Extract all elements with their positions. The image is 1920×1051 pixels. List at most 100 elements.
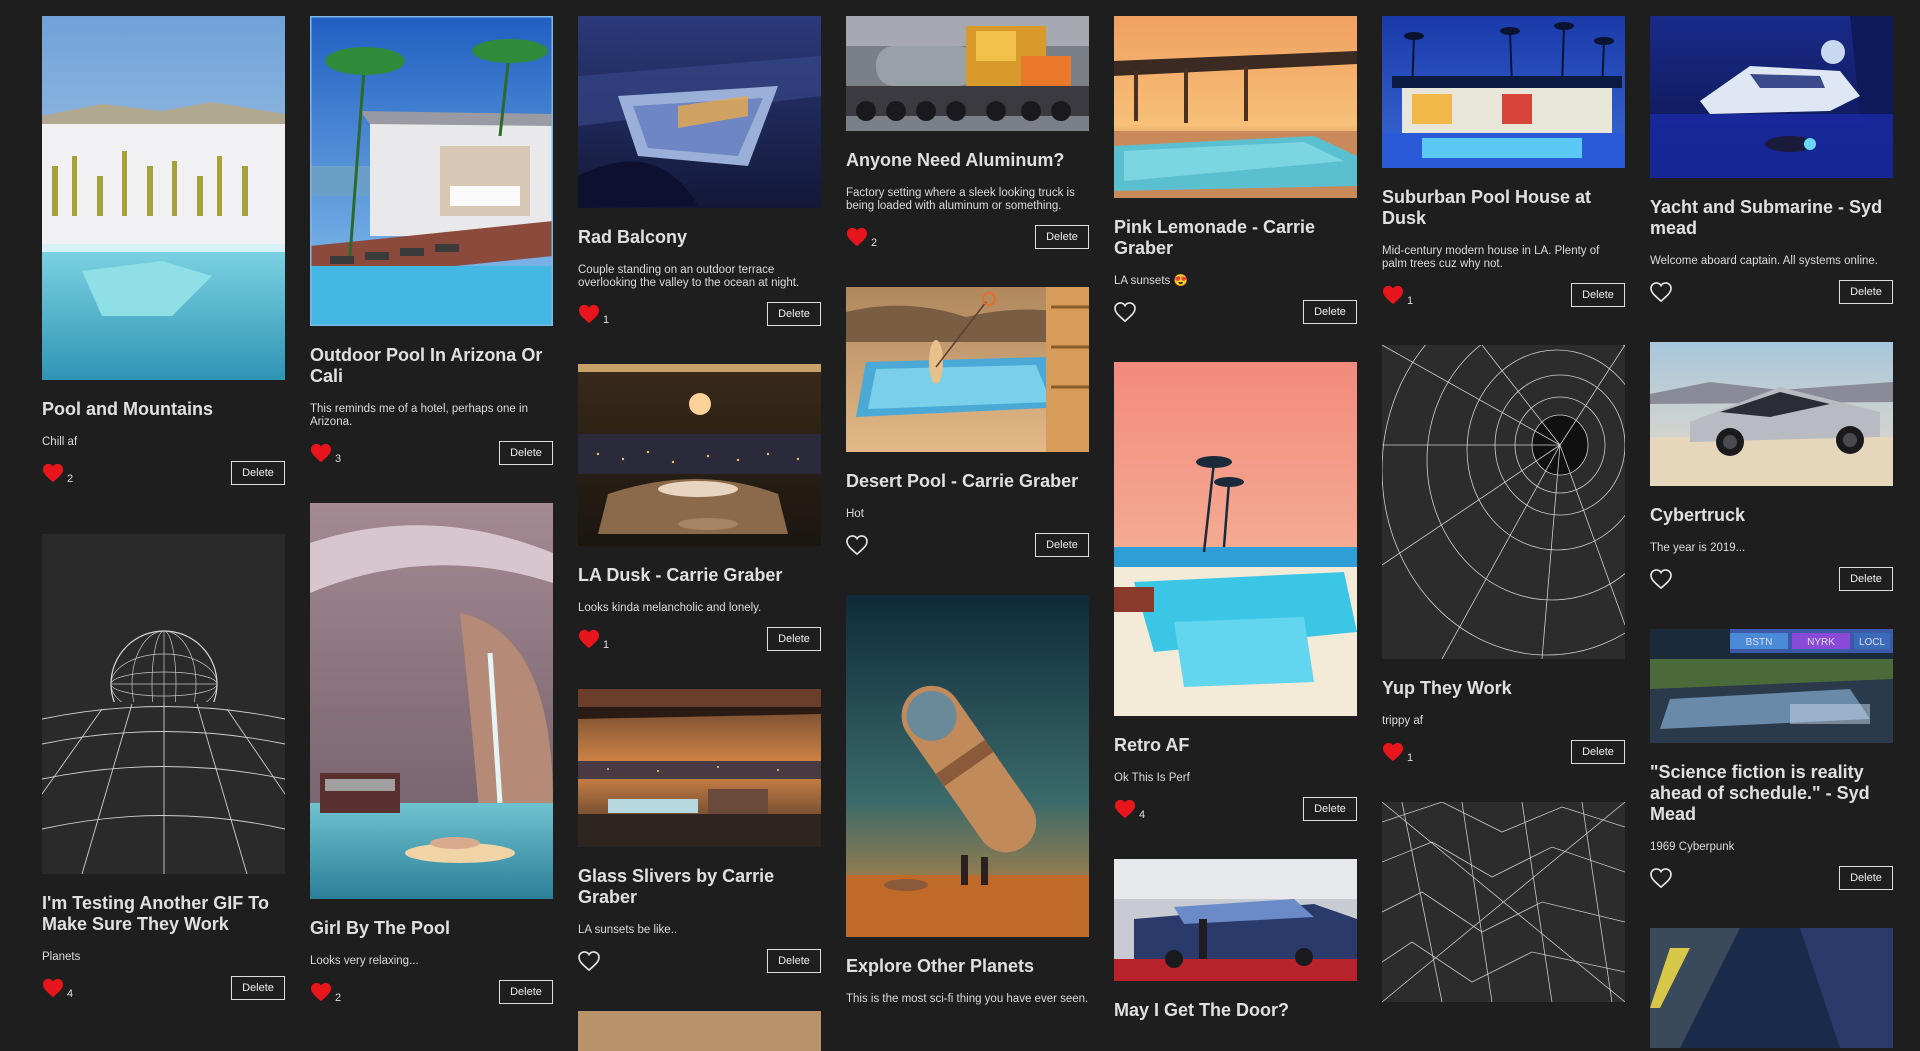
like-toggle[interactable]: 3 <box>310 443 341 465</box>
card-description: Ok This Is Perf <box>1114 772 1190 784</box>
delete-button[interactable]: Delete <box>1839 567 1893 591</box>
delete-button[interactable]: Delete <box>1571 283 1625 307</box>
heart-filled-icon[interactable] <box>310 443 332 463</box>
image-card <box>1650 928 1893 1048</box>
like-count: 4 <box>1139 809 1146 821</box>
heart-filled-icon[interactable] <box>1382 285 1404 305</box>
card-title: Suburban Pool House at Dusk <box>1382 187 1592 228</box>
card-image[interactable] <box>1114 859 1357 981</box>
card-title: Cybertruck <box>1650 505 1746 525</box>
image-card: Yacht and Submarine - Syd mead Welcome a… <box>1650 16 1893 306</box>
delete-button[interactable]: Delete <box>1839 280 1893 304</box>
delete-button[interactable]: Delete <box>1303 300 1357 324</box>
card-actions: 1 Delete <box>578 625 821 653</box>
like-toggle[interactable] <box>846 535 871 555</box>
image-card: Girl By The Pool Looks very relaxing... … <box>310 503 553 1006</box>
delete-button[interactable]: Delete <box>499 980 553 1004</box>
card-image[interactable] <box>310 16 553 326</box>
card-title: May I Get The Door? <box>1114 1000 1290 1020</box>
heart-filled-icon[interactable] <box>1114 799 1136 819</box>
like-toggle[interactable] <box>578 951 603 971</box>
card-actions: Delete <box>1650 864 1893 892</box>
card-actions: 1 Delete <box>578 300 821 328</box>
like-toggle[interactable]: 1 <box>578 629 610 651</box>
grid-column: Yacht and Submarine - Syd mead Welcome a… <box>1650 16 1893 1048</box>
like-toggle[interactable] <box>1650 868 1675 888</box>
like-toggle[interactable]: 1 <box>1382 285 1413 307</box>
image-card: I'm Testing Another GIF To Make Sure The… <box>42 534 285 1002</box>
like-toggle[interactable]: 2 <box>310 982 341 1004</box>
delete-button[interactable]: Delete <box>767 949 821 973</box>
heart-filled-icon[interactable] <box>310 982 332 1002</box>
card-title: Desert Pool - Carrie Graber <box>846 471 1079 491</box>
card-image[interactable] <box>846 595 1089 937</box>
like-count: 1 <box>603 314 610 326</box>
like-toggle[interactable]: 2 <box>846 227 877 249</box>
sign-text: LOCL <box>1859 637 1886 648</box>
delete-button[interactable]: Delete <box>767 627 821 651</box>
card-image[interactable] <box>1382 802 1625 1002</box>
delete-button[interactable]: Delete <box>499 441 553 465</box>
delete-button[interactable]: Delete <box>1035 225 1089 249</box>
card-description: Planets <box>42 951 81 963</box>
card-image[interactable] <box>846 287 1089 452</box>
card-image[interactable] <box>310 503 553 899</box>
heart-outline-icon[interactable] <box>846 535 868 555</box>
card-actions: 1 Delete <box>1382 281 1625 309</box>
heart-filled-icon[interactable] <box>42 463 64 483</box>
like-count: 1 <box>603 639 610 651</box>
heart-filled-icon[interactable] <box>1382 742 1404 762</box>
card-image[interactable] <box>1650 342 1893 486</box>
delete-button[interactable]: Delete <box>231 976 285 1000</box>
card-actions: Delete <box>1650 278 1893 306</box>
card-actions: 2 Delete <box>42 459 285 487</box>
card-image[interactable] <box>1650 928 1893 1048</box>
image-card <box>1382 802 1625 1002</box>
delete-button[interactable]: Delete <box>1839 866 1893 890</box>
card-image[interactable] <box>846 16 1089 131</box>
card-image[interactable] <box>1114 16 1357 198</box>
image-card: Anyone Need Aluminum? Factory setting wh… <box>846 16 1089 251</box>
like-toggle[interactable]: 4 <box>1114 799 1146 821</box>
delete-button[interactable]: Delete <box>231 461 285 485</box>
card-image[interactable] <box>578 16 821 208</box>
like-toggle[interactable] <box>1114 302 1139 322</box>
like-toggle[interactable] <box>1650 282 1675 302</box>
heart-outline-icon[interactable] <box>578 951 600 971</box>
delete-button[interactable]: Delete <box>767 302 821 326</box>
heart-filled-icon[interactable] <box>42 978 64 998</box>
card-image[interactable] <box>1114 362 1357 716</box>
heart-outline-icon[interactable] <box>1114 302 1136 322</box>
like-count: 1 <box>1407 752 1414 764</box>
card-description: Chill af <box>42 436 78 448</box>
sign-text: NYRK <box>1807 637 1835 648</box>
like-toggle[interactable]: 1 <box>578 304 610 326</box>
heart-filled-icon[interactable] <box>578 304 600 324</box>
card-actions: 2 Delete <box>846 223 1089 251</box>
heart-outline-icon[interactable] <box>1650 569 1672 589</box>
heart-outline-icon[interactable] <box>1650 282 1672 302</box>
card-image[interactable] <box>1650 16 1893 178</box>
card-image[interactable] <box>1382 16 1625 168</box>
delete-button[interactable]: Delete <box>1035 533 1089 557</box>
heart-outline-icon[interactable] <box>1650 868 1672 888</box>
card-image[interactable] <box>578 689 821 847</box>
like-toggle[interactable]: 2 <box>42 463 73 485</box>
card-title: Anyone Need Aluminum? <box>846 150 1065 170</box>
heart-filled-icon[interactable] <box>578 629 600 649</box>
card-actions: Delete <box>578 947 821 975</box>
heart-filled-icon[interactable] <box>846 227 868 247</box>
card-image[interactable]: BSTN NYRK LOCL <box>1650 629 1893 743</box>
card-image[interactable] <box>42 534 285 874</box>
delete-button[interactable]: Delete <box>1571 740 1625 764</box>
card-image[interactable] <box>42 16 285 380</box>
image-grid: Pool and Mountains Chill af 2 Delete I'm… <box>0 0 1920 1051</box>
card-image[interactable] <box>578 364 821 546</box>
like-toggle[interactable]: 4 <box>42 978 73 1000</box>
card-image[interactable] <box>1382 345 1625 659</box>
delete-button[interactable]: Delete <box>1303 797 1357 821</box>
card-image[interactable] <box>578 1011 821 1051</box>
like-toggle[interactable]: 1 <box>1382 742 1414 764</box>
image-card: BSTN NYRK LOCL "Science fiction is reali… <box>1650 629 1893 892</box>
like-toggle[interactable] <box>1650 569 1675 589</box>
